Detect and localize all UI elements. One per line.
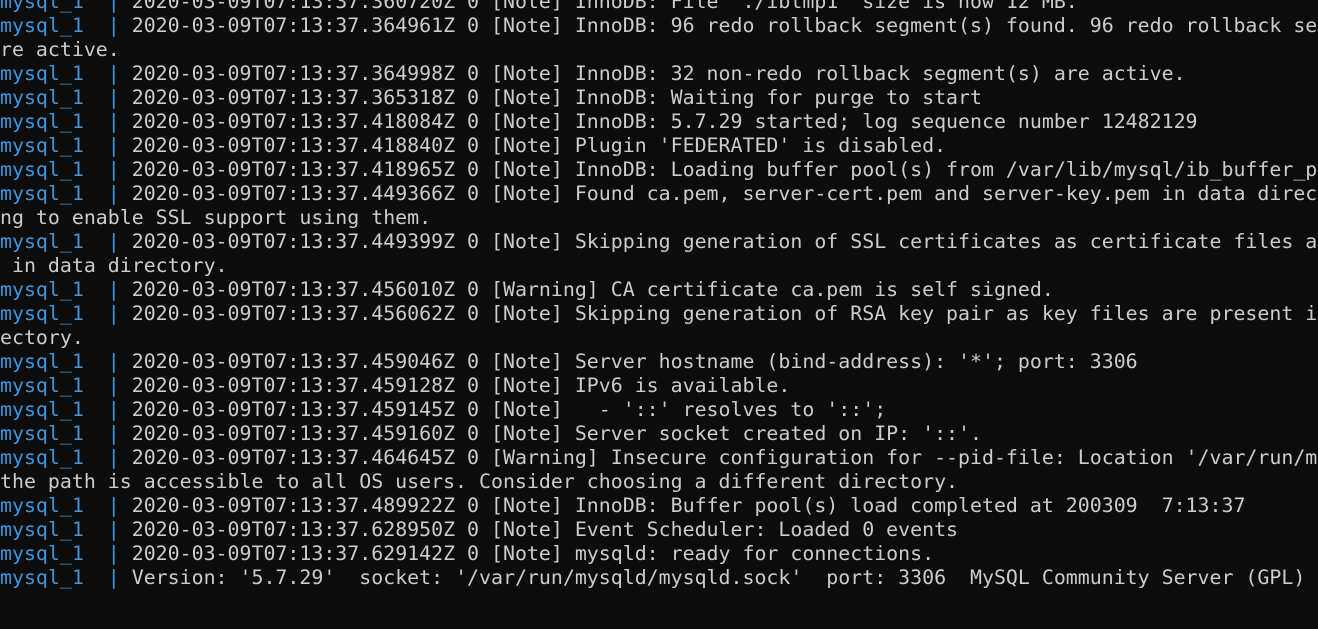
log-line: mysql_1 | 2020-03-09T07:13:37.628950Z 0 … (0, 518, 1318, 542)
log-text: re active. (0, 38, 120, 61)
log-text: 2020-03-09T07:13:37.449399Z 0 [Note] Ski… (131, 230, 1318, 253)
container-prefix: mysql_1 | (0, 422, 132, 445)
container-prefix: mysql_1 | (0, 134, 132, 157)
log-line: the path is accessible to all OS users. … (0, 470, 1318, 494)
log-line: mysql_1 | 2020-03-09T07:13:37.459128Z 0 … (0, 374, 1318, 398)
container-prefix: mysql_1 | (0, 278, 132, 301)
log-text: 2020-03-09T07:13:37.459160Z 0 [Note] Ser… (131, 422, 982, 445)
log-text: 2020-03-09T07:13:37.364998Z 0 [Note] Inn… (131, 62, 1186, 85)
log-line: mysql_1 | 2020-03-09T07:13:37.418840Z 0 … (0, 134, 1318, 158)
container-prefix: mysql_1 | (0, 566, 132, 589)
container-prefix: mysql_1 | (0, 494, 132, 517)
container-prefix: mysql_1 | (0, 446, 132, 469)
log-line: mysql_1 | 2020-03-09T07:13:37.360720Z 0 … (0, 0, 1318, 14)
log-text: 2020-03-09T07:13:37.418965Z 0 [Note] Inn… (131, 158, 1318, 181)
container-prefix: mysql_1 | (0, 542, 132, 565)
log-text: 2020-03-09T07:13:37.459128Z 0 [Note] IPv… (131, 374, 791, 397)
container-prefix: mysql_1 | (0, 230, 132, 253)
log-line: ng to enable SSL support using them. (0, 206, 1318, 230)
log-text: 2020-03-09T07:13:37.418840Z 0 [Note] Plu… (131, 134, 947, 157)
log-line: mysql_1 | 2020-03-09T07:13:37.364998Z 0 … (0, 62, 1318, 86)
log-text: 2020-03-09T07:13:37.459145Z 0 [Note] - '… (131, 398, 887, 421)
log-line: re active. (0, 38, 1318, 62)
log-text: 2020-03-09T07:13:37.364961Z 0 [Note] Inn… (131, 14, 1318, 37)
log-line: mysql_1 | 2020-03-09T07:13:37.459046Z 0 … (0, 350, 1318, 374)
log-line: mysql_1 | 2020-03-09T07:13:37.449399Z 0 … (0, 230, 1318, 254)
log-text: 2020-03-09T07:13:37.629142Z 0 [Note] mys… (131, 542, 935, 565)
container-prefix: mysql_1 | (0, 86, 132, 109)
container-prefix: mysql_1 | (0, 374, 132, 397)
log-text: 2020-03-09T07:13:37.360720Z 0 [Note] Inn… (131, 0, 1078, 13)
log-text: 2020-03-09T07:13:37.464645Z 0 [Warning] … (131, 446, 1318, 469)
container-prefix: mysql_1 | (0, 302, 132, 325)
container-prefix: mysql_1 | (0, 62, 132, 85)
log-text: 2020-03-09T07:13:37.418084Z 0 [Note] Inn… (131, 110, 1198, 133)
log-line: mysql_1 | 2020-03-09T07:13:37.449366Z 0 … (0, 182, 1318, 206)
terminal-output[interactable]: mysql_1 | 2020-03-09T07:13:37.360720Z 0 … (0, 0, 1318, 629)
log-line: mysql_1 | 2020-03-09T07:13:37.459160Z 0 … (0, 422, 1318, 446)
container-prefix: mysql_1 | (0, 182, 132, 205)
log-line: mysql_1 | 2020-03-09T07:13:37.456062Z 0 … (0, 302, 1318, 326)
log-line: in data directory. (0, 254, 1318, 278)
log-line: mysql_1 | Version: '5.7.29' socket: '/va… (0, 566, 1318, 590)
container-prefix: mysql_1 | (0, 110, 132, 133)
log-text: in data directory. (0, 254, 228, 277)
container-prefix: mysql_1 | (0, 518, 132, 541)
container-prefix: mysql_1 | (0, 14, 132, 37)
container-prefix: mysql_1 | (0, 0, 132, 13)
log-line: mysql_1 | 2020-03-09T07:13:37.364961Z 0 … (0, 14, 1318, 38)
container-prefix: mysql_1 | (0, 158, 132, 181)
container-prefix: mysql_1 | (0, 398, 132, 421)
container-prefix: mysql_1 | (0, 350, 132, 373)
log-line: mysql_1 | 2020-03-09T07:13:37.418965Z 0 … (0, 158, 1318, 182)
log-text: 2020-03-09T07:13:37.456062Z 0 [Note] Ski… (131, 302, 1318, 325)
log-line: mysql_1 | 2020-03-09T07:13:37.365318Z 0 … (0, 86, 1318, 110)
log-text: 2020-03-09T07:13:37.459046Z 0 [Note] Ser… (131, 350, 1138, 373)
log-text: 2020-03-09T07:13:37.449366Z 0 [Note] Fou… (131, 182, 1318, 205)
log-text: Version: '5.7.29' socket: '/var/run/mysq… (131, 566, 1306, 589)
log-text: the path is accessible to all OS users. … (0, 470, 959, 493)
log-line: mysql_1 | 2020-03-09T07:13:37.489922Z 0 … (0, 494, 1318, 518)
log-text: 2020-03-09T07:13:37.456010Z 0 [Warning] … (131, 278, 1054, 301)
log-text: 2020-03-09T07:13:37.489922Z 0 [Note] Inn… (131, 494, 1246, 517)
log-text: ng to enable SSL support using them. (0, 206, 432, 229)
log-line: mysql_1 | 2020-03-09T07:13:37.418084Z 0 … (0, 110, 1318, 134)
log-text: ectory. (0, 326, 84, 349)
log-line: mysql_1 | 2020-03-09T07:13:37.459145Z 0 … (0, 398, 1318, 422)
log-line: mysql_1 | 2020-03-09T07:13:37.464645Z 0 … (0, 446, 1318, 470)
log-line: ectory. (0, 326, 1318, 350)
log-text: 2020-03-09T07:13:37.365318Z 0 [Note] Inn… (131, 86, 982, 109)
log-text: 2020-03-09T07:13:37.628950Z 0 [Note] Eve… (131, 518, 959, 541)
log-line: mysql_1 | 2020-03-09T07:13:37.456010Z 0 … (0, 278, 1318, 302)
log-line: mysql_1 | 2020-03-09T07:13:37.629142Z 0 … (0, 542, 1318, 566)
